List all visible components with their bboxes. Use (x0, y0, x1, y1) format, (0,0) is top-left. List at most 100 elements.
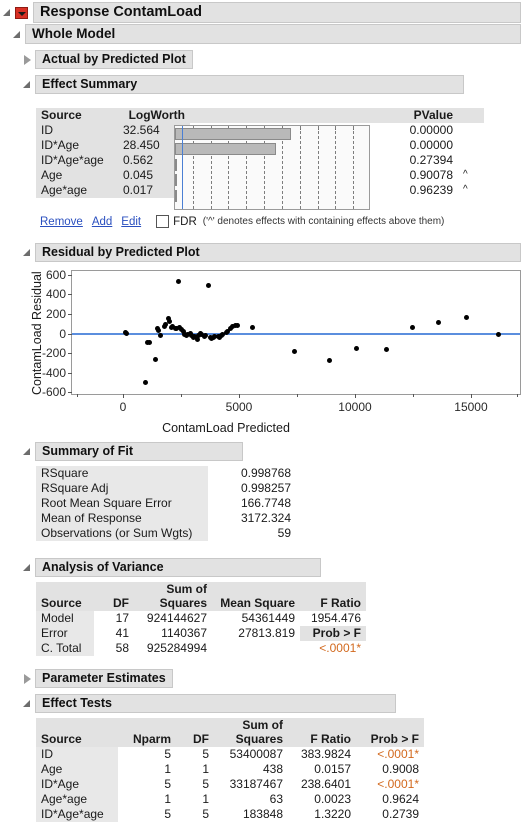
et-col-ss[interactable]: Sum of Squares (214, 718, 288, 747)
anova-source: C. Total (36, 641, 94, 656)
effect-tests-title: Effect Tests (35, 694, 396, 713)
effect-tests-row[interactable]: Age*age 1 1 63 0.0023 0.9624 (36, 792, 424, 807)
scatter-point[interactable] (158, 332, 164, 338)
effect-tests-row[interactable]: ID 5 5 53400087 383.9824 <.0001* (36, 747, 424, 762)
et-df: 5 (202, 777, 209, 791)
et-nparm: 5 (164, 777, 171, 791)
fdr-checkbox[interactable] (156, 215, 170, 228)
disclosure-triangle-whole-model[interactable] (12, 29, 23, 40)
summary-of-fit-title: Summary of Fit (35, 442, 243, 461)
anova-col-ss-line2: Squares (159, 596, 207, 610)
response-header[interactable]: Response ContamLoad (2, 2, 521, 23)
y-axis-tick (68, 294, 72, 296)
scatter-point[interactable] (235, 322, 241, 328)
effect-bar[interactable] (175, 189, 177, 202)
parameter-estimates-title: Parameter Estimates (35, 669, 173, 688)
et-f: 0.0157 (314, 762, 351, 776)
disclosure-triangle-residual-by-predicted[interactable] (22, 247, 33, 258)
x-axis-minor-tick (297, 394, 298, 397)
anova-col-df[interactable]: DF (94, 582, 134, 611)
scatter-point[interactable] (326, 358, 332, 364)
scatter-point[interactable] (153, 356, 158, 362)
scatter-point[interactable] (410, 324, 416, 330)
scatter-point[interactable] (142, 379, 148, 385)
y-axis-tick-label: 200 (45, 306, 66, 321)
scatter-point[interactable] (124, 330, 129, 336)
effect-bar[interactable] (175, 128, 292, 140)
residual-by-predicted-header[interactable]: Residual by Predicted Plot (22, 243, 521, 262)
parameter-estimates-header[interactable]: Parameter Estimates (22, 669, 173, 688)
effect-tests-row[interactable]: Age 1 1 438 0.0157 0.9008 (36, 762, 424, 777)
bar-chart-gridline (353, 126, 355, 209)
col-header-bar-area (190, 108, 388, 123)
anova-col-f[interactable]: F Ratio (300, 582, 366, 611)
scatter-point[interactable] (463, 314, 469, 320)
response-menu-button[interactable] (15, 6, 28, 19)
actual-by-predicted-header[interactable]: Actual by Predicted Plot (22, 50, 193, 69)
significance-reference-line (182, 126, 184, 209)
disclosure-triangle-parameter-estimates[interactable] (22, 673, 33, 684)
et-col-nparm[interactable]: Nparm (118, 718, 176, 747)
scatter-point[interactable] (176, 278, 182, 284)
anova-ms: 54361449 (241, 611, 295, 625)
et-source: ID*Age (36, 777, 118, 792)
et-df: 5 (202, 807, 209, 821)
et-col-df[interactable]: DF (176, 718, 214, 747)
et-df: 1 (202, 792, 209, 806)
scatter-point[interactable] (496, 331, 502, 337)
et-source: Age (36, 762, 118, 777)
et-col-f[interactable]: F Ratio (288, 718, 356, 747)
effect-summary-header[interactable]: Effect Summary (22, 75, 464, 94)
effect-tests-header[interactable]: Effect Tests (22, 694, 396, 713)
et-col-source[interactable]: Source (36, 718, 118, 747)
effect-bar[interactable] (175, 143, 277, 156)
summary-of-fit-panel: RSquare 0.998768 RSquare Adj 0.998257 Root M… (36, 466, 296, 541)
scatter-point[interactable] (435, 320, 441, 326)
add-link[interactable]: Add (92, 216, 112, 228)
col-header-pvalue[interactable]: PValue (388, 108, 458, 123)
disclosure-triangle-effect-summary[interactable] (22, 79, 33, 90)
anova-df: 41 (115, 626, 129, 640)
summary-of-fit-header[interactable]: Summary of Fit (22, 442, 243, 461)
edit-link[interactable]: Edit (121, 216, 141, 228)
scatter-point[interactable] (250, 325, 256, 331)
anova-col-ss[interactable]: Sum of Squares (134, 582, 212, 611)
effect-caret (458, 123, 484, 138)
scatter-point[interactable] (147, 340, 153, 346)
disclosure-triangle-summary-of-fit[interactable] (22, 446, 33, 457)
scatter-point[interactable] (292, 349, 298, 355)
y-axis-tick (68, 353, 72, 355)
scatter-point[interactable] (353, 345, 359, 351)
et-ss: 438 (262, 762, 283, 776)
effect-pvalue: 0.00000 (409, 138, 453, 152)
scatter-point[interactable] (206, 283, 212, 289)
effect-tests-row[interactable]: ID*Age*age 5 5 183848 1.3220 0.2739 (36, 807, 424, 822)
disclosure-triangle-actual-by-predicted[interactable] (22, 54, 33, 65)
residual-scatter-plot[interactable]: -600 -400 -200 0 200 400 600 0 5000 10000 15000 (42, 268, 521, 414)
anova-col-source[interactable]: Source (36, 582, 94, 611)
et-col-prob[interactable]: Prob > F (356, 718, 424, 747)
anova-col-ms[interactable]: Mean Square (212, 582, 300, 611)
whole-model-header[interactable]: Whole Model (12, 24, 521, 44)
anova-f: Prob > F (300, 626, 366, 641)
scatter-point[interactable] (383, 347, 389, 353)
effect-bar[interactable] (175, 174, 177, 187)
fit-stat-value: 3172.324 (240, 511, 291, 525)
effect-caret (458, 153, 484, 168)
remove-link[interactable]: Remove (40, 216, 83, 228)
effect-tests-row[interactable]: ID*Age 5 5 33187467 238.6401 <.0001* (36, 777, 424, 792)
disclosure-triangle-anova[interactable] (22, 562, 33, 573)
col-header-source[interactable]: Source (36, 108, 118, 123)
disclosure-triangle-response[interactable] (2, 7, 13, 18)
bar-chart-gridline (299, 126, 301, 209)
effect-bar[interactable] (175, 158, 177, 171)
disclosure-triangle-effect-tests[interactable] (22, 698, 33, 709)
col-header-logworth[interactable]: LogWorth (118, 108, 190, 123)
anova-header[interactable]: Analysis of Variance (22, 558, 321, 577)
et-source: ID (36, 747, 118, 762)
effect-tests-panel: Source Nparm DF Sum of Squares F Ratio P… (36, 718, 424, 822)
response-title: Response ContamLoad (33, 2, 521, 23)
y-axis-tick (68, 313, 72, 315)
residual-by-predicted-title: Residual by Predicted Plot (35, 243, 521, 262)
anova-source: Model (36, 611, 94, 626)
